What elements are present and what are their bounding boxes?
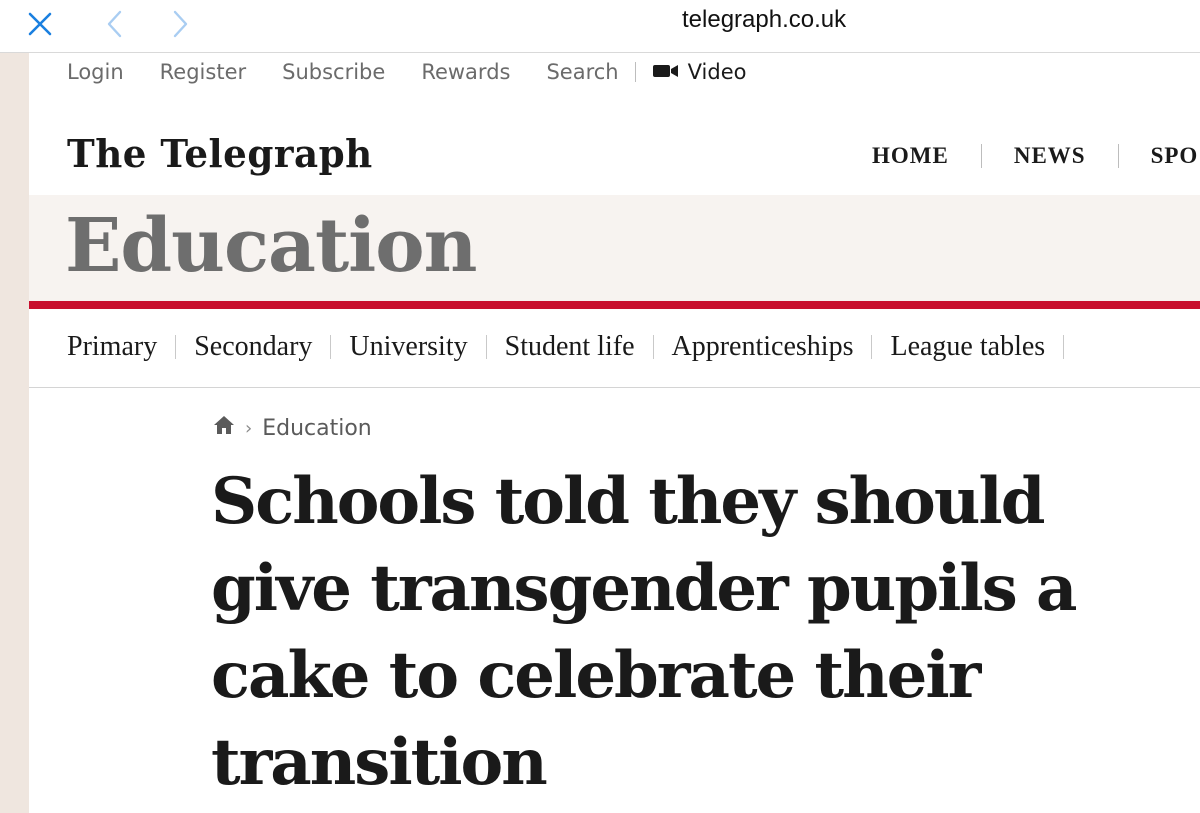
section-header: Education [29,195,1200,301]
back-button[interactable] [95,0,135,52]
page-gutter [0,53,29,813]
address-bar[interactable]: telegraph.co.uk [620,4,940,44]
subnav-divider [330,335,332,359]
subnav-divider [485,335,487,359]
masthead: The Telegraph HOME NEWS SPO [29,113,1200,195]
subnav-university[interactable]: University [349,331,467,363]
utility-nav: Login Register Subscribe Rewards Search … [67,53,746,91]
video-link[interactable]: Video [652,60,747,84]
breadcrumb-chevron-icon: › [245,417,253,439]
subnav-divider [175,335,177,359]
chevron-right-icon [170,9,190,44]
nav-sport[interactable]: SPO [1151,143,1199,169]
web-page: Login Register Subscribe Rewards Search … [29,53,1200,813]
subnav-secondary[interactable]: Secondary [194,331,312,363]
nav-news[interactable]: NEWS [1014,143,1086,169]
subnav-league-tables[interactable]: League tables [890,331,1045,363]
nav-divider [980,144,982,168]
subnav-student-life[interactable]: Student life [505,331,635,363]
close-icon [27,11,53,42]
url-text: telegraph.co.uk [682,6,847,33]
breadcrumb: › Education [213,415,372,441]
nav-home[interactable]: HOME [872,143,949,169]
home-icon[interactable] [213,415,235,441]
breadcrumb-section[interactable]: Education [262,416,372,441]
article-headline: Schools told they should give transgende… [211,464,1077,800]
subscribe-link[interactable]: Subscribe [282,60,385,84]
utility-divider [634,62,636,82]
section-accent-rule [29,301,1200,309]
subnav-divider [1063,335,1065,359]
subnav-apprenticeships[interactable]: Apprenticeships [672,331,854,363]
video-camera-icon [652,60,688,84]
telegraph-logo[interactable]: The Telegraph [67,131,373,176]
forward-button[interactable] [160,0,200,52]
nav-divider [1117,144,1119,168]
browser-toolbar: telegraph.co.uk [0,0,1200,53]
section-title[interactable]: Education [65,203,477,289]
main-nav: HOME NEWS SPO [872,143,1198,169]
chevron-left-icon [105,9,125,44]
subnav-divider [652,335,654,359]
register-link[interactable]: Register [160,60,246,84]
search-link[interactable]: Search [546,60,618,84]
subnav-primary[interactable]: Primary [67,331,157,363]
video-label: Video [687,60,747,84]
close-button[interactable] [20,0,60,52]
section-sub-nav: Primary Secondary University Student lif… [67,321,1082,373]
rewards-link[interactable]: Rewards [421,60,510,84]
sub-nav-rule [29,387,1200,388]
login-link[interactable]: Login [67,60,124,84]
subnav-divider [871,335,873,359]
